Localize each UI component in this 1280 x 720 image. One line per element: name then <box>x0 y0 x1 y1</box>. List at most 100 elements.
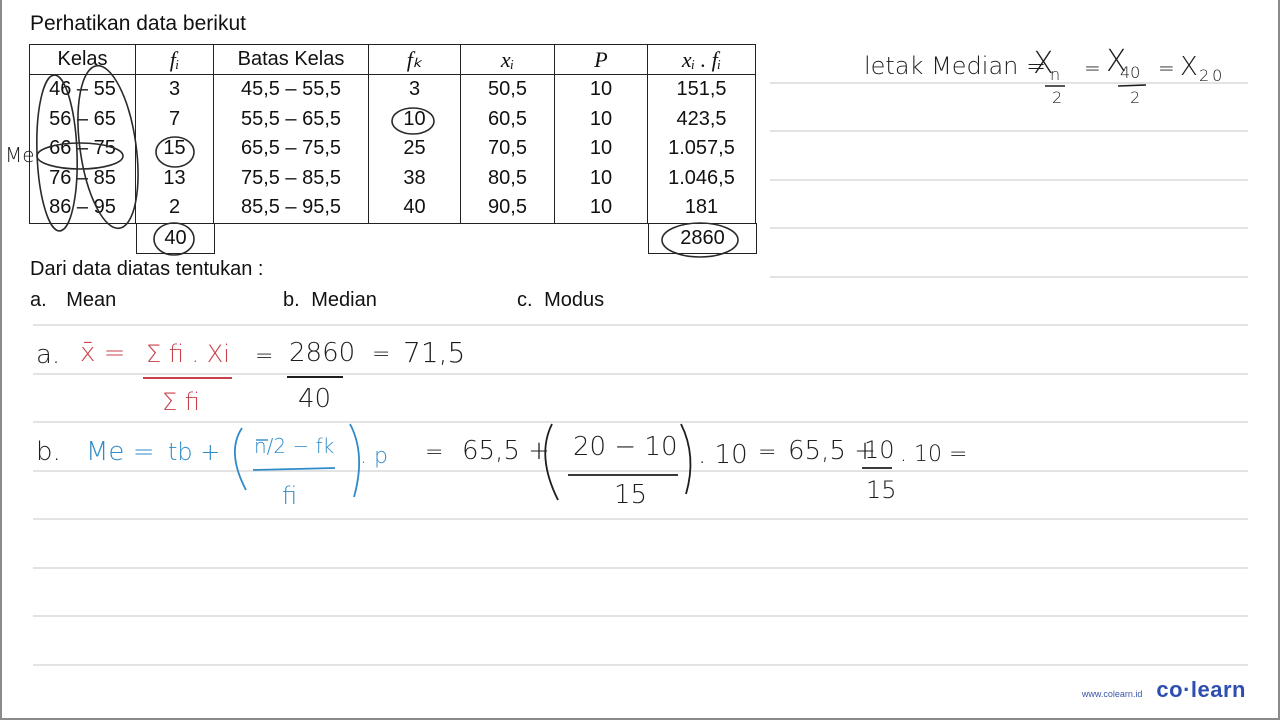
median-lhs: Me = <box>86 437 155 467</box>
cell-p: 10 <box>554 104 648 134</box>
equals-sign: = <box>255 344 274 369</box>
table-row: 66 – 75 15 65,5 – 75,5 25 70,5 10 1.057,… <box>29 134 756 164</box>
cell-batas-kelas: 45,5 – 55,5 <box>213 74 369 105</box>
option-modus: c. Modus <box>517 289 604 312</box>
cell-batas-kelas: 75,5 – 85,5 <box>213 163 369 193</box>
paper-rule <box>770 227 1248 229</box>
cell-batas-kelas: 85,5 – 95,5 <box>213 193 369 224</box>
option-mean: a. Mean <box>30 289 116 312</box>
cell-fk: 38 <box>368 163 461 193</box>
median-step2-tail: . 10 = <box>900 442 968 467</box>
equals-sign: = <box>425 440 444 465</box>
cell-kelas: 76 – 85 <box>29 163 136 193</box>
cell-kelas: 86 – 95 <box>29 193 136 224</box>
sum-fi-cell: 40 <box>136 223 215 254</box>
mean-numerator: 2860 <box>289 338 356 368</box>
paper-rule <box>33 373 1248 375</box>
paper-rule <box>33 664 1248 666</box>
question-prompt: Dari data diatas tentukan : <box>30 258 264 280</box>
cell-fi: 13 <box>135 163 214 193</box>
median-step1-prefix: 65,5 + <box>462 436 550 466</box>
sum-xifi-cell: 2860 <box>648 223 757 254</box>
median-step1-numerator: 20 − 10 <box>573 432 678 462</box>
option-letter: b. <box>283 289 300 311</box>
table-row: 76 – 85 13 75,5 – 85,5 38 80,5 10 1.046,… <box>29 163 756 193</box>
cell-batas-kelas: 65,5 – 75,5 <box>213 134 369 164</box>
option-letter: a. <box>30 289 47 311</box>
option-letter: c. <box>517 289 533 311</box>
paper-rule <box>33 470 1248 472</box>
option-median: b. Median <box>283 289 377 312</box>
cell-kelas: 66 – 75 <box>29 134 136 164</box>
subscript-denominator: 2 <box>1130 88 1141 107</box>
header-batas-kelas: Batas Kelas <box>213 44 369 75</box>
equals-sign: = <box>1084 56 1101 80</box>
cell-fk: 3 <box>368 74 461 105</box>
paper-rule <box>770 276 1248 278</box>
cell-xi-fi: 151,5 <box>647 74 756 105</box>
option-label: Mean <box>66 289 117 311</box>
mean-formula-numerator: Σ fi . Xi <box>146 340 230 368</box>
cell-xi: 50,5 <box>460 74 555 105</box>
cell-p: 10 <box>554 74 648 105</box>
median-position-prefix: letak Median = <box>864 52 1047 80</box>
subscript-denominator: 2 <box>1052 88 1063 107</box>
frequency-table: Kelas fᵢ Batas Kelas fₖ xᵢ P xᵢ . fᵢ 46 … <box>29 44 756 224</box>
median-formula-denominator: fi <box>282 482 298 510</box>
header-fi: fᵢ <box>135 44 214 75</box>
cell-fi: 7 <box>135 104 214 134</box>
paren-right <box>680 423 692 495</box>
paren-left <box>233 427 247 491</box>
cell-p: 10 <box>554 193 648 224</box>
table-header-row: Kelas fᵢ Batas Kelas fₖ xᵢ P xᵢ . fᵢ <box>29 44 756 75</box>
paper-rule <box>33 615 1248 617</box>
median-step2-prefix: 65,5 + <box>788 436 876 466</box>
median-formula-tail: . p <box>360 444 388 469</box>
equals-sign: = <box>758 440 777 465</box>
median-step1-tail: . 10 <box>698 440 748 470</box>
result-subscript: 20 <box>1199 66 1226 85</box>
cell-fk: 25 <box>368 134 461 164</box>
paper-rule <box>33 518 1248 520</box>
item-letter: a. <box>36 340 61 370</box>
cell-xi-fi: 1.057,5 <box>647 134 756 164</box>
cell-p: 10 <box>554 163 648 193</box>
cell-xi: 90,5 <box>460 193 555 224</box>
page-border-left <box>0 0 2 720</box>
mean-lhs: x̄ = <box>80 338 126 368</box>
paper-rule <box>770 179 1248 181</box>
option-label: Median <box>311 289 377 311</box>
median-formula-numerator: n/2 − fk <box>254 434 335 458</box>
cell-xi-fi: 1.046,5 <box>647 163 756 193</box>
fraction-bar <box>1117 84 1147 87</box>
mean-result: 71,5 <box>403 336 466 369</box>
subscript-numerator: n <box>1050 65 1061 84</box>
paper-rule <box>33 567 1248 569</box>
median-step2-denominator: 15 <box>866 476 897 504</box>
paper-rule <box>33 421 1248 423</box>
paper-rule <box>770 130 1248 132</box>
subscript-numerator: 40 <box>1120 63 1141 82</box>
equals-sign: = <box>372 342 391 367</box>
cell-xi: 60,5 <box>460 104 555 134</box>
paper-rule <box>33 324 1248 326</box>
mean-formula-denominator: Σ fi <box>162 388 200 416</box>
cell-fk: 40 <box>368 193 461 224</box>
cell-xi-fi: 181 <box>647 193 756 224</box>
header-kelas: Kelas <box>29 44 136 75</box>
median-class-label: Me <box>5 143 35 167</box>
paren-right <box>349 423 361 498</box>
header-p: P <box>554 44 648 75</box>
cell-fi: 3 <box>135 74 214 105</box>
header-fk: fₖ <box>368 44 461 75</box>
table-row: 86 – 95 2 85,5 – 95,5 40 90,5 10 181 <box>29 193 756 224</box>
brand-name: co·learn <box>1156 677 1246 702</box>
cell-xi: 80,5 <box>460 163 555 193</box>
cell-fi: 2 <box>135 193 214 224</box>
paper-rule <box>770 82 1248 84</box>
mean-denominator: 40 <box>298 384 332 414</box>
option-label: Modus <box>544 289 605 311</box>
cell-xi-fi: 423,5 <box>647 104 756 134</box>
cell-p: 10 <box>554 134 648 164</box>
table-row: 56 – 65 7 55,5 – 65,5 10 60,5 10 423,5 <box>29 104 756 134</box>
